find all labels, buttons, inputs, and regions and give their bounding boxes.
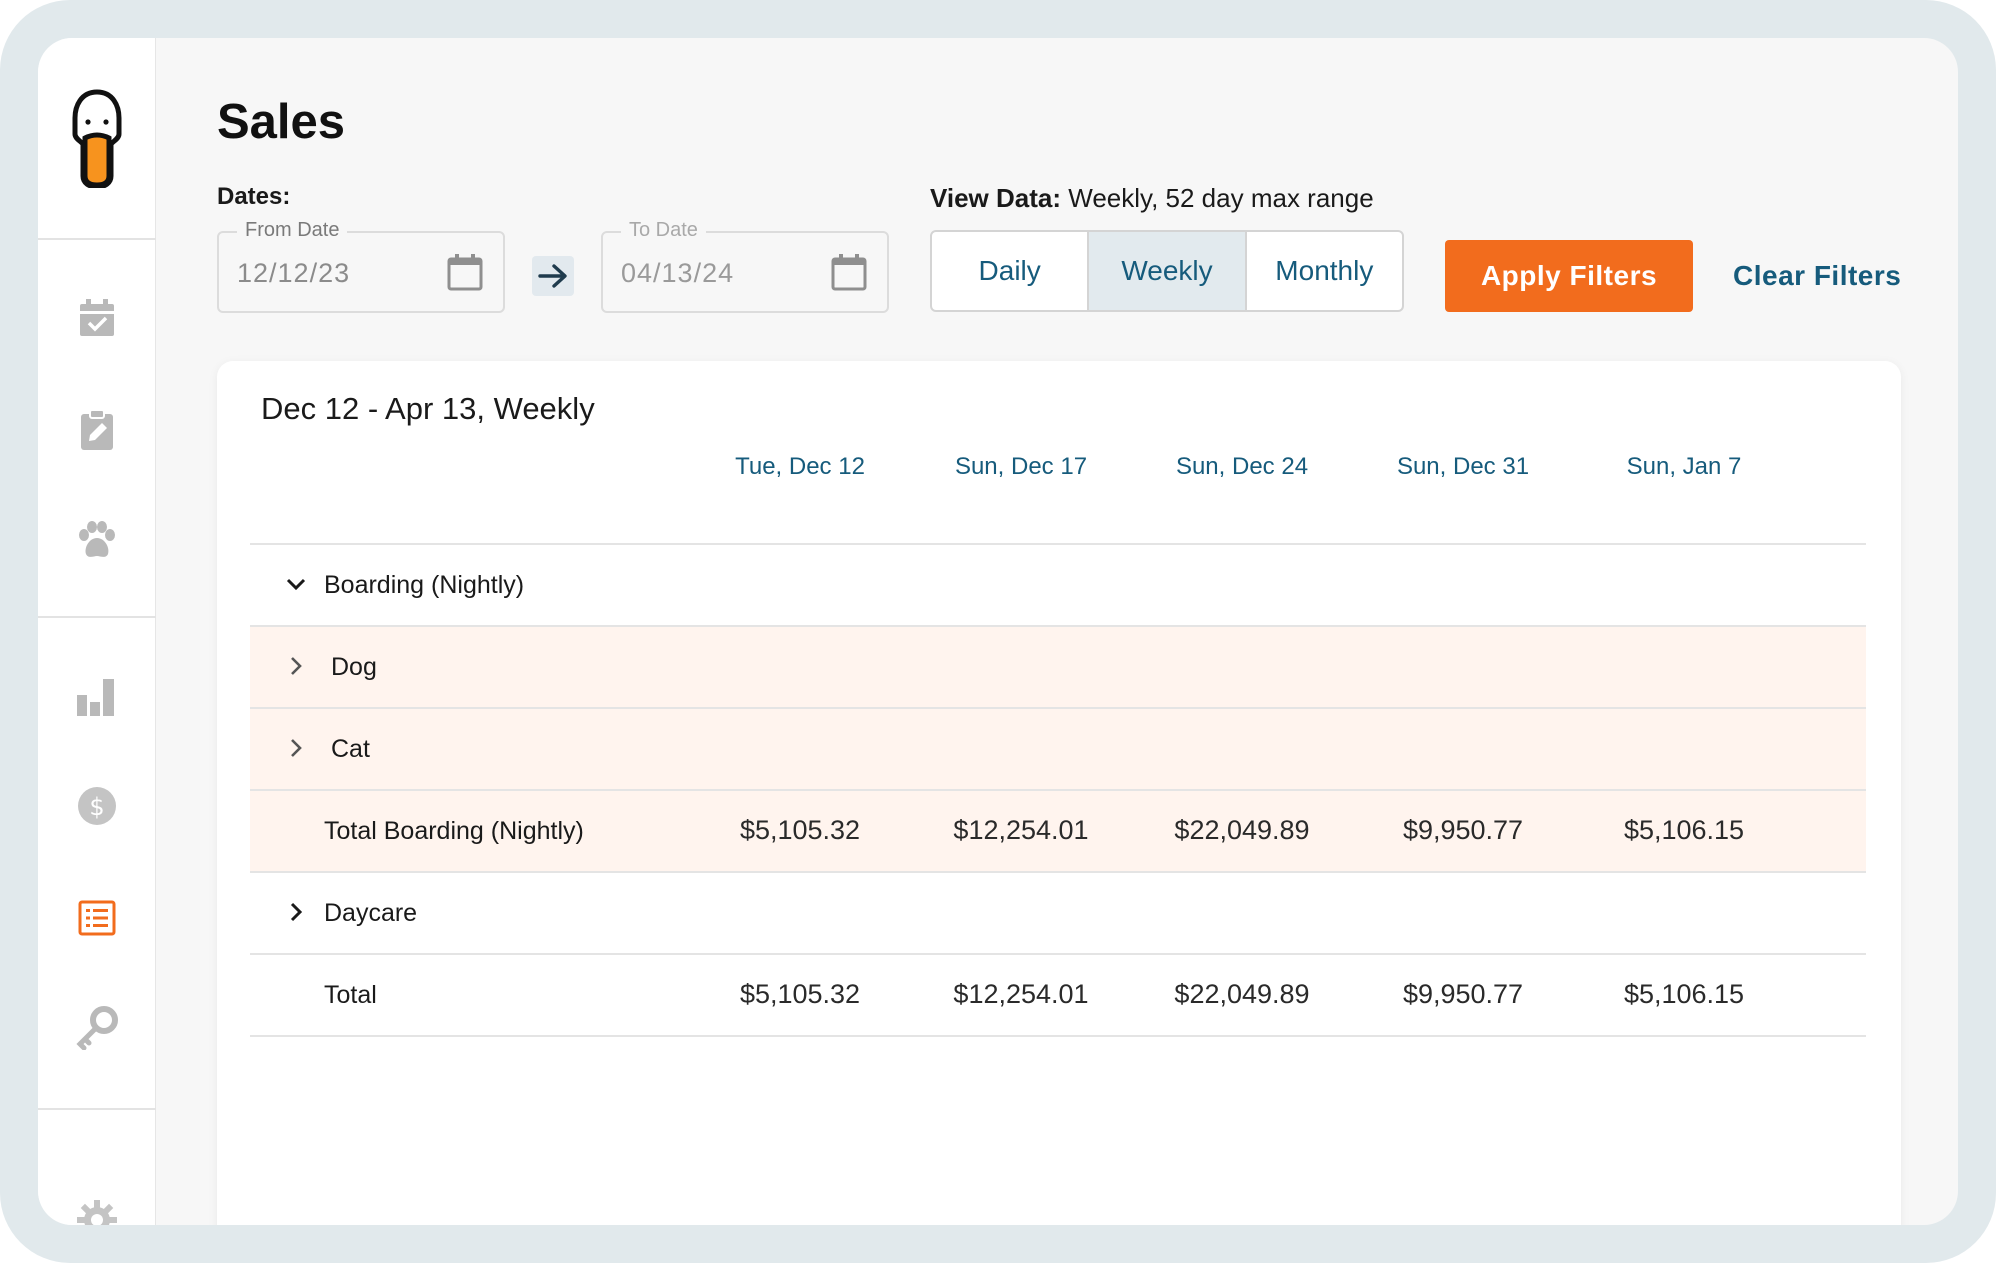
key-icon: [76, 1006, 118, 1050]
column-header: Sun, Dec 31: [1396, 453, 1530, 480]
period-selector: Daily Weekly Monthly: [930, 230, 1404, 312]
table-row[interactable]: Cat: [250, 709, 1866, 790]
app-logo[interactable]: [71, 88, 123, 190]
device-frame: $ Sales Dates: From Date 12/12/23 To Dat…: [0, 0, 1996, 1263]
paw-icon: [79, 521, 115, 557]
row-label: Total: [324, 981, 377, 1009]
chevron-right-icon[interactable]: [285, 737, 307, 759]
sidebar-divider: [38, 238, 156, 240]
view-data-text: View Data: Weekly, 52 day max range: [930, 183, 1374, 214]
dollar-icon: $: [78, 787, 116, 825]
row-label: Boarding (Nightly): [324, 571, 525, 599]
table-row[interactable]: Boarding (Nightly): [250, 545, 1866, 626]
sidebar-divider: [38, 1108, 156, 1110]
table-cell: $9,950.77: [1402, 815, 1524, 845]
to-date-value: 04/13/24: [621, 258, 735, 288]
column-header: Sun, Jan 7: [1626, 453, 1742, 480]
calendar-icon[interactable]: [447, 253, 483, 291]
clear-filters-link[interactable]: Clear Filters: [1733, 260, 1901, 292]
table-cell: $12,254.01: [953, 979, 1089, 1009]
chevron-down-icon[interactable]: [285, 573, 307, 595]
table-cell: $5,106.15: [1623, 815, 1745, 845]
column-header: Sun, Dec 17: [954, 453, 1088, 480]
report-title: Dec 12 - Apr 13, Weekly: [261, 391, 595, 426]
row-label: Daycare: [324, 899, 418, 927]
list-report-icon: [78, 900, 116, 936]
to-date-legend: To Date: [621, 219, 706, 242]
row-label: Dog: [331, 653, 377, 681]
table-row: Total $5,105.32 $12,254.01 $22,049.89 $9…: [250, 955, 1866, 1036]
app-screen: $ Sales Dates: From Date 12/12/23 To Dat…: [38, 38, 1958, 1225]
table-cell: $5,105.32: [739, 815, 861, 845]
table-row[interactable]: Dog: [250, 627, 1866, 708]
sidebar: $: [38, 38, 156, 1225]
period-monthly-button[interactable]: Monthly: [1247, 232, 1402, 310]
chevron-right-icon[interactable]: [285, 655, 307, 677]
sidebar-divider: [38, 616, 156, 618]
table-cell: $5,106.15: [1623, 979, 1745, 1009]
period-daily-button[interactable]: Daily: [932, 232, 1090, 310]
table-cell: $22,049.89: [1174, 815, 1310, 845]
table-row: Total Boarding (Nightly) $5,105.32 $12,2…: [250, 791, 1866, 872]
table-cell: $22,049.89: [1174, 979, 1310, 1009]
calendar-icon[interactable]: [831, 253, 867, 291]
sidebar-item-payments[interactable]: $: [75, 784, 119, 828]
calendar-check-icon: [80, 299, 114, 336]
view-data-label: View Data:: [930, 183, 1062, 213]
row-label: Total Boarding (Nightly): [324, 817, 584, 845]
from-date-legend: From Date: [237, 219, 348, 242]
table-divider: [250, 1035, 1866, 1037]
bar-chart-icon: [77, 679, 114, 716]
column-header: Sun, Dec 24: [1175, 453, 1309, 480]
svg-text:$: $: [89, 793, 104, 821]
row-label: Cat: [331, 735, 370, 763]
sidebar-item-reports[interactable]: [75, 896, 119, 940]
to-date-field[interactable]: To Date 04/13/24: [601, 219, 889, 313]
sidebar-item-pets[interactable]: [75, 518, 119, 562]
gear-icon: [77, 1200, 117, 1225]
sidebar-item-keys[interactable]: [75, 1006, 119, 1050]
from-date-field[interactable]: From Date 12/12/23: [217, 219, 505, 313]
sidebar-item-settings[interactable]: [75, 1198, 119, 1225]
page-title: Sales: [217, 95, 346, 149]
clipboard-edit-icon: [81, 409, 113, 450]
sidebar-item-calendar[interactable]: [75, 296, 119, 340]
sidebar-item-analytics[interactable]: [75, 674, 119, 718]
table-row[interactable]: Daycare: [250, 873, 1866, 954]
report-card: Dec 12 - Apr 13, Weekly Tue, Dec 12 Sun,…: [217, 361, 1901, 1225]
apply-filters-button[interactable]: Apply Filters: [1445, 240, 1693, 312]
from-date-value: 12/12/23: [237, 258, 351, 288]
table-cell: $12,254.01: [953, 815, 1089, 845]
sidebar-item-notes[interactable]: [75, 408, 119, 452]
period-weekly-button[interactable]: Weekly: [1089, 232, 1247, 310]
table-cell: $5,105.32: [739, 979, 861, 1009]
view-data-value: Weekly, 52 day max range: [1068, 183, 1374, 213]
chevron-right-icon[interactable]: [285, 901, 307, 923]
table-cell: $9,950.77: [1402, 979, 1524, 1009]
dates-label: Dates:: [217, 183, 291, 210]
arrow-right-icon: [538, 264, 567, 288]
date-range-arrow: [532, 256, 574, 296]
column-header: Tue, Dec 12: [735, 453, 865, 480]
